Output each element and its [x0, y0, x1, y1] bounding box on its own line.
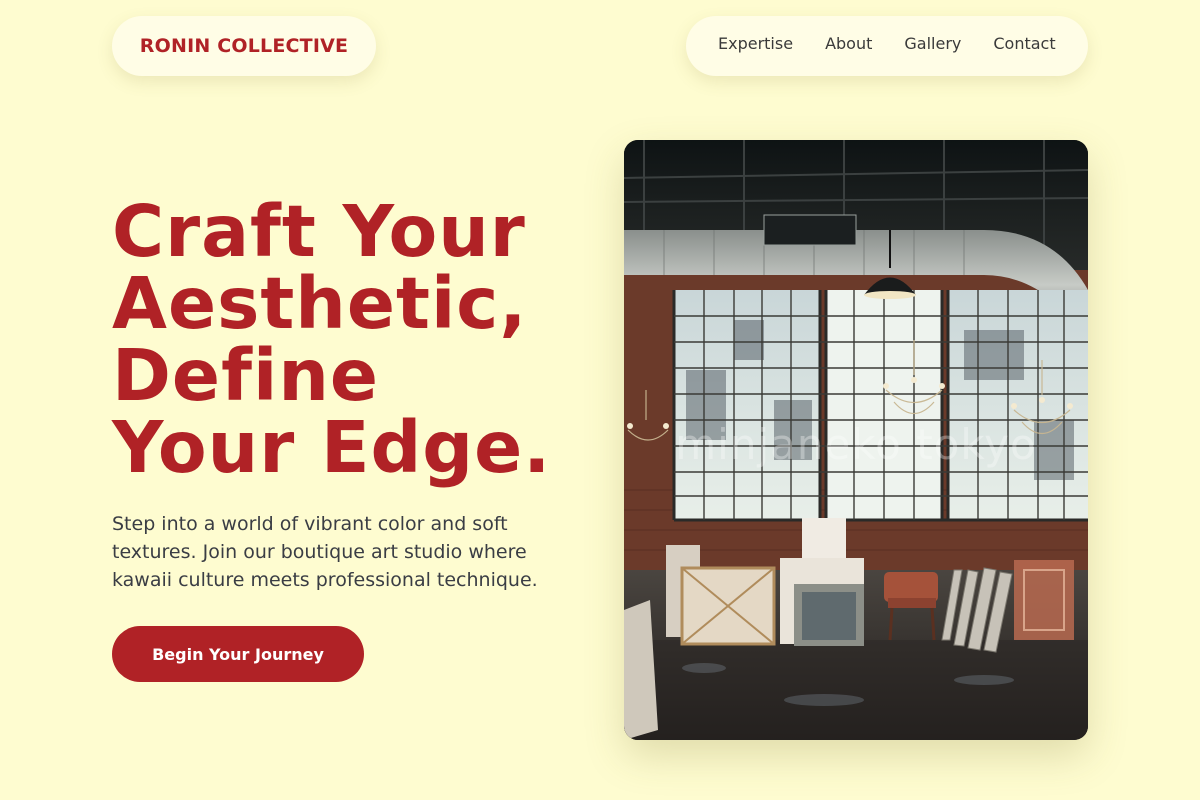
headline-line: Craft Your	[112, 190, 526, 273]
main-nav: Expertise About Gallery Contact	[686, 16, 1088, 76]
hero-headline: Craft Your Aesthetic, Define Your Edge.	[112, 196, 592, 484]
brand-logo[interactable]: RONIN COLLECTIVE	[112, 16, 376, 76]
brand-name: RONIN COLLECTIVE	[139, 35, 349, 57]
headline-line: Your Edge.	[112, 406, 552, 489]
nav-link-about[interactable]: About	[825, 34, 872, 53]
nav-link-contact[interactable]: Contact	[993, 34, 1055, 53]
headline-line: Aesthetic,	[112, 262, 528, 345]
headline-line: Define	[112, 334, 380, 417]
nav-link-expertise[interactable]: Expertise	[718, 34, 793, 53]
hero-subtext: Step into a world of vibrant color and s…	[112, 513, 538, 591]
begin-journey-button[interactable]: Begin Your Journey	[112, 626, 364, 682]
image-watermark: minjaneko tokyo	[675, 420, 1037, 469]
studio-hero-image: minjaneko tokyo	[624, 140, 1088, 740]
nav-link-gallery[interactable]: Gallery	[904, 34, 961, 53]
